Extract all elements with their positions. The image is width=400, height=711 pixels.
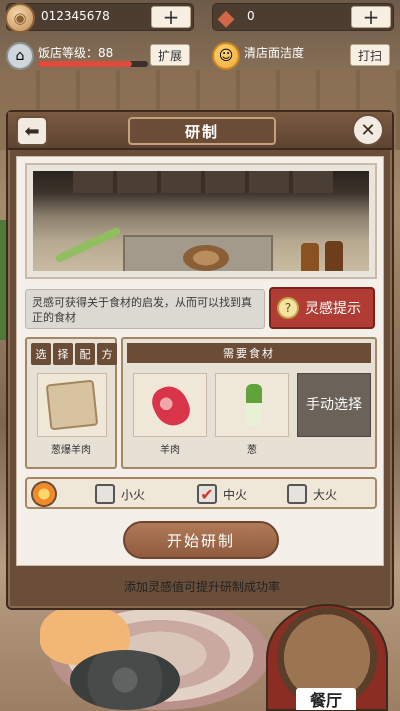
cushion <box>70 650 180 710</box>
inspiration-hint-text: 灵感可获得关于食材的启发，从而可以找到真正的食材 <box>25 289 265 329</box>
dining-hall-label[interactable]: 餐厅 <box>296 688 356 710</box>
dialog-header: ⬅ 研制 ✕ <box>8 112 392 150</box>
select-recipe-header: 选 择 配 方 <box>31 343 117 365</box>
research-dialog: ⬅ 研制 ✕ 灵感可获得关于食材的启发，从而可以找到真正的食材 ? 灵感提示 选… <box>6 110 394 610</box>
scallion-icon <box>246 384 262 426</box>
ingredient-slot-scallion[interactable] <box>215 373 289 437</box>
cleanliness-bar: ☺ 清店面洁度 打扫 <box>212 42 394 70</box>
expand-button[interactable]: 扩展 <box>150 44 190 66</box>
start-research-button[interactable]: 开始研制 <box>123 521 279 559</box>
heat-label: 中火 <box>223 487 248 502</box>
scallion-decoration <box>54 226 122 264</box>
success-rate-tip: 添加灵感值可提升研制成功率 <box>123 580 280 594</box>
meat-icon <box>147 380 195 432</box>
coin-icon: ◉ <box>5 3 35 33</box>
smile-icon: ☺ <box>212 42 240 70</box>
ingredient-name: 羊肉 <box>160 445 180 456</box>
ingredient-slot-mutton[interactable] <box>133 373 207 437</box>
cleanliness-label: 清店面洁度 <box>244 46 305 60</box>
coin-value: 012345678 <box>41 9 110 23</box>
checkbox-high[interactable] <box>287 484 307 504</box>
checkbox-medium[interactable]: ✔ <box>197 484 217 504</box>
coin-counter: ◉ 012345678 + <box>5 3 194 33</box>
recipe-name: 葱爆羊肉 <box>51 445 91 456</box>
heat-option-high[interactable]: 大火 <box>287 484 337 504</box>
dialog-title: 研制 <box>128 117 276 145</box>
back-arrow-icon[interactable]: ⬅ <box>16 116 48 146</box>
add-gems-button[interactable]: + <box>351 6 391 28</box>
dialog-body: 灵感可获得关于食材的启发，从而可以找到真正的食材 ? 灵感提示 选 择 配 方 … <box>16 156 384 566</box>
shop-level-fill <box>38 61 132 67</box>
inspiration-hint-button[interactable]: ? 灵感提示 <box>269 287 375 329</box>
heat-option-low[interactable]: 小火 <box>95 484 145 504</box>
recipe-scroll-icon <box>45 379 99 431</box>
heat-selector: 小火 ✔ 中火 大火 <box>25 477 377 509</box>
select-recipe-char: 配 <box>75 343 95 365</box>
sauce-jar-icon <box>325 241 343 271</box>
steamer-basket-icon <box>183 245 229 271</box>
heat-option-medium[interactable]: ✔ 中火 <box>197 484 247 504</box>
gem-icon: ◆ <box>217 5 235 31</box>
kitchen-view <box>25 163 377 279</box>
shop-level-track <box>38 61 148 67</box>
checkbox-low[interactable] <box>95 484 115 504</box>
recipe-panel: 选 择 配 方 葱爆羊肉 <box>25 337 117 469</box>
cabinets <box>73 171 333 193</box>
add-coins-button[interactable]: + <box>151 6 191 28</box>
heat-label: 小火 <box>121 487 146 502</box>
shop-icon: ⌂ <box>6 42 34 70</box>
gem-counter: ◆ 0 + <box>212 3 394 31</box>
select-recipe-char: 方 <box>97 343 117 365</box>
inspiration-hint-label: 灵感提示 <box>305 301 361 317</box>
ingredient-name: 葱 <box>247 445 257 456</box>
recipe-card[interactable] <box>37 373 107 437</box>
required-ingredients-header: 需要食材 <box>127 343 371 363</box>
manual-select-button[interactable]: 手动选择 <box>297 373 371 437</box>
shop-level-label: 饭店等级：88 <box>38 46 114 60</box>
lightbulb-icon: ? <box>277 297 299 319</box>
gem-value: 0 <box>247 9 255 23</box>
select-recipe-char: 择 <box>53 343 73 365</box>
close-icon[interactable]: ✕ <box>352 114 384 146</box>
heat-label: 大火 <box>313 487 338 502</box>
clean-button[interactable]: 打扫 <box>350 44 390 66</box>
shop-level-bar: ⌂ 饭店等级：88 扩展 <box>6 42 194 70</box>
sauce-jar-icon <box>301 243 319 271</box>
fire-icon <box>31 481 57 507</box>
select-recipe-char: 选 <box>31 343 51 365</box>
ingredients-panel: 需要食材 羊肉 葱 手动选择 <box>121 337 377 469</box>
